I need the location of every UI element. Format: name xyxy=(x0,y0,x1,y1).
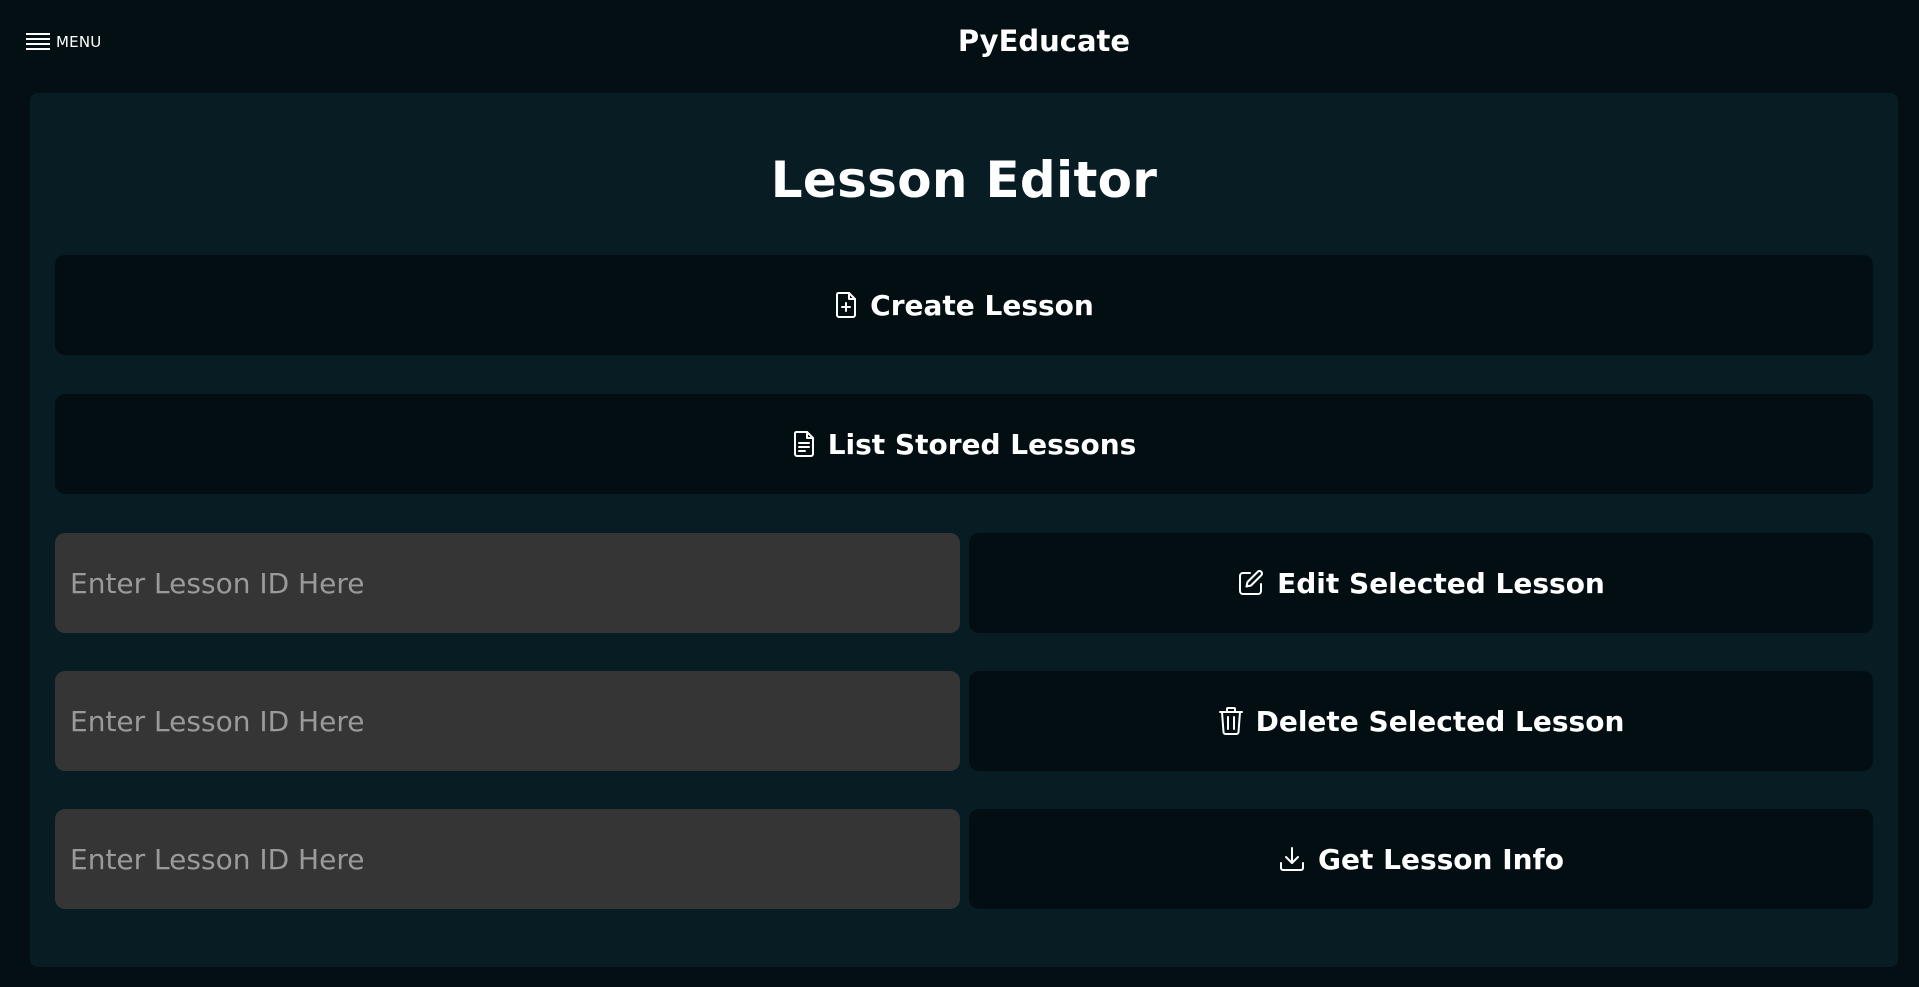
get-lesson-info-label: Get Lesson Info xyxy=(1318,842,1564,876)
menu-label: MENU xyxy=(56,33,102,51)
lesson-editor-panel: Lesson Editor Create Lesson List Stored … xyxy=(30,93,1898,967)
file-plus-icon xyxy=(836,292,857,318)
create-lesson-button[interactable]: Create Lesson xyxy=(55,255,1873,355)
menu-button[interactable]: MENU xyxy=(26,33,101,51)
hamburger-icon xyxy=(26,33,50,50)
top-bar: MENU PyEducate xyxy=(0,0,1919,90)
list-lessons-label: List Stored Lessons xyxy=(827,427,1137,461)
page-title: Lesson Editor xyxy=(770,151,1158,209)
download-icon xyxy=(1280,847,1305,871)
pencil-square-icon xyxy=(1239,570,1264,595)
info-lesson-id-input[interactable] xyxy=(55,809,960,909)
edit-lesson-id-input[interactable] xyxy=(55,533,960,633)
edit-lesson-button[interactable]: Edit Selected Lesson xyxy=(969,533,1873,633)
delete-lesson-id-input[interactable] xyxy=(55,671,960,771)
list-lessons-button[interactable]: List Stored Lessons xyxy=(55,394,1873,494)
create-lesson-label: Create Lesson xyxy=(870,288,1094,322)
delete-lesson-button[interactable]: Delete Selected Lesson xyxy=(969,671,1873,771)
file-text-icon xyxy=(793,431,814,457)
delete-lesson-label: Delete Selected Lesson xyxy=(1255,704,1625,738)
edit-lesson-label: Edit Selected Lesson xyxy=(1277,566,1605,600)
app-title: PyEducate xyxy=(957,24,1131,58)
trash-icon xyxy=(1218,707,1243,735)
get-lesson-info-button[interactable]: Get Lesson Info xyxy=(969,809,1873,909)
